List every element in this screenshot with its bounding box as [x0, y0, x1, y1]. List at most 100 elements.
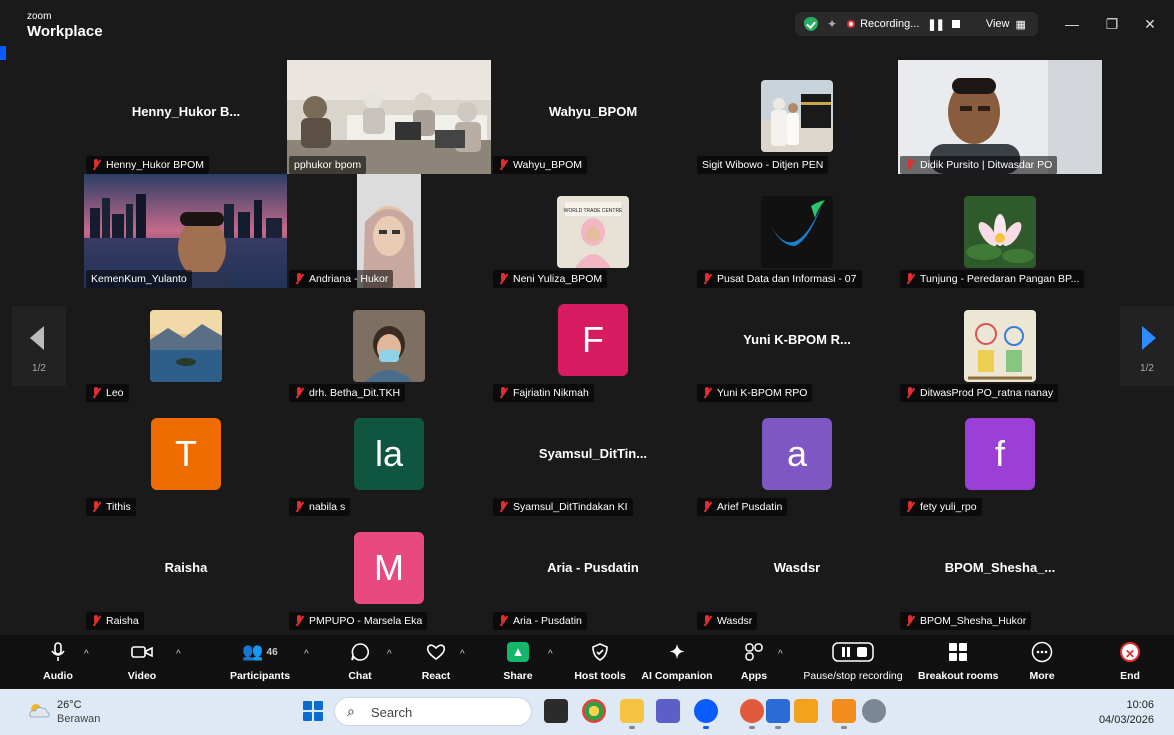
participant-tile[interactable]: Wahyu_BPOM Wahyu_BPOM: [491, 60, 695, 174]
participant-tile[interactable]: T Tithis: [84, 402, 288, 516]
participant-tile[interactable]: la nabila s: [287, 402, 491, 516]
participant-tile[interactable]: Leo: [84, 288, 288, 402]
participant-label-text: DitwasProd PO_ratna nanay: [920, 387, 1054, 399]
chevron-right-icon: [1142, 326, 1156, 350]
recording-status-bar[interactable]: ✦ Recording... ❚❚ View ▦: [795, 12, 1038, 36]
participant-tile[interactable]: M PMPUPO - Marsela Eka: [287, 516, 491, 630]
stop-recording-icon[interactable]: [951, 20, 960, 28]
apps-label: Apps: [740, 670, 768, 682]
chat-options-caret-icon[interactable]: ^: [387, 649, 392, 660]
participant-tile[interactable]: Didik Pursito | Ditwasdar PO: [898, 60, 1102, 174]
minimize-button[interactable]: —: [1062, 14, 1082, 34]
react-options-caret-icon[interactable]: ^: [460, 649, 465, 660]
zoom-app-icon[interactable]: [694, 699, 718, 729]
participant-tile[interactable]: f fety yuli_rpo: [898, 402, 1102, 516]
participant-label: Wahyu_BPOM: [493, 156, 588, 174]
os-taskbar: 26°C Berawan ⌕ Search 10:06 04/03/2026: [0, 689, 1174, 735]
next-page-button[interactable]: 1/2: [1120, 306, 1174, 386]
more-button[interactable]: More: [1022, 640, 1062, 686]
participant-tile[interactable]: drh. Betha_Dit.TKH: [287, 288, 491, 402]
profile-photo-lotus: [964, 196, 1036, 268]
participant-tile[interactable]: Sigit Wibowo - Ditjen PEN: [695, 60, 899, 174]
participant-tile[interactable]: Pusat Data dan Informasi - 07: [695, 174, 899, 288]
chat-button[interactable]: Chat: [340, 640, 380, 686]
pause-recording-icon[interactable]: ❚❚: [927, 18, 944, 31]
avatar-initial: f: [965, 418, 1035, 490]
security-shield-icon[interactable]: [804, 17, 818, 31]
participant-label: Tithis: [86, 498, 136, 516]
participants-label: Participants: [229, 670, 291, 682]
close-window-button[interactable]: ✕: [1140, 14, 1160, 34]
mic-muted-icon: [905, 615, 915, 627]
taskbar-search-input[interactable]: ⌕ Search: [334, 697, 532, 726]
audio-label: Audio: [43, 670, 73, 682]
end-meeting-button[interactable]: ✕ End: [1112, 640, 1148, 686]
restore-button[interactable]: ❐: [1102, 14, 1122, 34]
grid-view-icon[interactable]: ▦: [1015, 18, 1025, 31]
brand-name: Workplace: [27, 23, 103, 40]
system-clock[interactable]: 10:06 04/03/2026: [1099, 698, 1154, 728]
audio-options-caret-icon[interactable]: ^: [84, 649, 89, 660]
windows-start-icon[interactable]: [303, 701, 323, 721]
word-icon[interactable]: [766, 699, 790, 729]
mic-muted-icon: [498, 387, 508, 399]
participant-label-text: BPOM_Shesha_Hukor: [920, 615, 1027, 627]
audio-button[interactable]: Audio: [38, 640, 78, 686]
participant-label: Sigit Wibowo - Ditjen PEN: [697, 156, 829, 174]
avatar-initial: la: [354, 418, 424, 490]
pause-stop-recording-button[interactable]: Pause/stop recording: [800, 640, 906, 686]
apps-button[interactable]: Apps: [734, 640, 774, 686]
host-tools-button[interactable]: Host tools: [572, 640, 628, 686]
participant-label: Andriana - Hukor: [289, 270, 394, 288]
participant-tile[interactable]: a Arief Pusdatin: [695, 402, 899, 516]
breakout-rooms-button[interactable]: Breakout rooms: [918, 640, 999, 686]
task-view-icon[interactable]: [544, 699, 568, 723]
participant-label-text: drh. Betha_Dit.TKH: [309, 387, 401, 399]
settings-gear-icon[interactable]: [862, 699, 886, 723]
presentation-app-icon[interactable]: [794, 699, 818, 723]
participants-options-caret-icon[interactable]: ^: [304, 649, 309, 660]
participant-label: Henny_Hukor BPOM: [86, 156, 210, 174]
participant-name-display: Henny_Hukor B...: [131, 104, 241, 119]
video-options-caret-icon[interactable]: ^: [176, 649, 181, 660]
participant-tile[interactable]: F Fajriatin Nikmah: [491, 288, 695, 402]
video-button[interactable]: Video: [122, 640, 162, 686]
participant-label-text: Leo: [106, 387, 124, 399]
participant-tile[interactable]: Raisha Raisha: [84, 516, 288, 630]
participant-tile[interactable]: Yuni K-BPOM R... Yuni K-BPOM RPO: [695, 288, 899, 402]
view-menu[interactable]: View: [986, 18, 1010, 30]
chrome-profile-icon[interactable]: [740, 699, 764, 729]
heart-react-icon: [416, 640, 456, 664]
react-button[interactable]: React: [416, 640, 456, 686]
participant-tile[interactable]: Tunjung - Peredaran Pangan BP...: [898, 174, 1102, 288]
apps-options-caret-icon[interactable]: ^: [778, 649, 783, 660]
previous-page-button[interactable]: 1/2: [12, 306, 66, 386]
participant-tile[interactable]: BPOM_Shesha_... BPOM_Shesha_Hukor: [898, 516, 1102, 630]
chrome-browser-icon[interactable]: [582, 699, 606, 723]
file-explorer-icon[interactable]: [620, 699, 644, 729]
participant-tile[interactable]: WORLD TRADE CENTRE Neni Yuliza_BPOM: [491, 174, 695, 288]
participant-tile-active-speaker[interactable]: KemenKum_Yulanto: [84, 174, 288, 288]
participant-tile[interactable]: Syamsul_DitTin... Syamsul_DitTindakan KI: [491, 402, 695, 516]
participant-label: Raisha: [86, 612, 144, 630]
participant-label-text: PMPUPO - Marsela Eka: [309, 615, 423, 627]
share-options-caret-icon[interactable]: ^: [548, 649, 553, 660]
participant-tile[interactable]: Wasdsr Wasdsr: [695, 516, 899, 630]
ai-companion-button[interactable]: ✦ AI Companion: [640, 640, 714, 686]
cloud-weather-icon[interactable]: [27, 701, 51, 719]
orange-app-icon[interactable]: [832, 699, 856, 729]
mic-muted-icon: [498, 501, 508, 513]
participant-tile[interactable]: Andriana - Hukor: [287, 174, 491, 288]
participant-tile[interactable]: pphukor bpom: [287, 60, 491, 174]
participant-tile[interactable]: Henny_Hukor B... Henny_Hukor BPOM: [84, 60, 288, 174]
participant-tile[interactable]: Aria - Pusdatin Aria - Pusdatin: [491, 516, 695, 630]
participants-button[interactable]: 👥 46 Participants: [228, 640, 292, 686]
teams-icon[interactable]: [656, 699, 680, 723]
participant-tile[interactable]: DitwasProd PO_ratna nanay: [898, 288, 1102, 402]
share-button[interactable]: ▲ Share: [498, 640, 538, 686]
ai-sparkle-icon[interactable]: ✦: [827, 17, 837, 31]
running-indicator: [775, 726, 781, 729]
brand-small: zoom: [27, 11, 52, 22]
participant-label-text: KemenKum_Yulanto: [91, 273, 187, 285]
mic-muted-icon: [294, 387, 304, 399]
